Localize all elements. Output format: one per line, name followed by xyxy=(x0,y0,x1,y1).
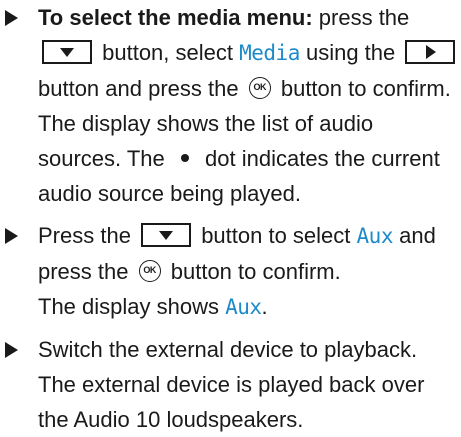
menu-item-media: Media xyxy=(239,41,300,65)
step-text: button and press the xyxy=(38,76,239,101)
step-text: Press the xyxy=(38,223,131,248)
triangle-right-icon xyxy=(5,228,18,244)
step-text: Switch the external device to playback. xyxy=(38,337,418,362)
triangle-right-icon xyxy=(5,342,18,358)
step-text: button to confirm. xyxy=(280,76,451,101)
ok-button-icon: OK xyxy=(248,77,271,100)
step-playback: Switch the external device to playback. … xyxy=(0,332,461,437)
down-arrow-button-icon xyxy=(42,40,92,65)
display-aux: Aux xyxy=(225,295,262,319)
step-text: press the xyxy=(318,5,410,30)
down-arrow-button-icon xyxy=(141,223,192,248)
step-select-media-menu: To select the media menu: press the butt… xyxy=(0,0,461,211)
step-label: To select the media menu: xyxy=(38,5,313,30)
right-arrow-button-icon xyxy=(405,40,456,65)
menu-item-aux: Aux xyxy=(356,224,394,248)
step-result: The external device is played back over … xyxy=(38,372,425,432)
step-text: using the xyxy=(305,40,396,65)
step-result-end: . xyxy=(261,294,268,319)
step-text: button to confirm. xyxy=(170,259,341,284)
instruction-page: To select the media menu: press the butt… xyxy=(0,0,461,432)
step-select-aux: Press the button to select Aux and press… xyxy=(0,218,461,325)
triangle-right-icon xyxy=(5,10,18,26)
step-result: The display shows xyxy=(38,294,219,319)
bullet-dot-icon xyxy=(180,154,189,163)
ok-button-icon: OK xyxy=(138,260,161,283)
step-text: button to select xyxy=(201,223,351,248)
step-text: button, select xyxy=(102,40,233,65)
